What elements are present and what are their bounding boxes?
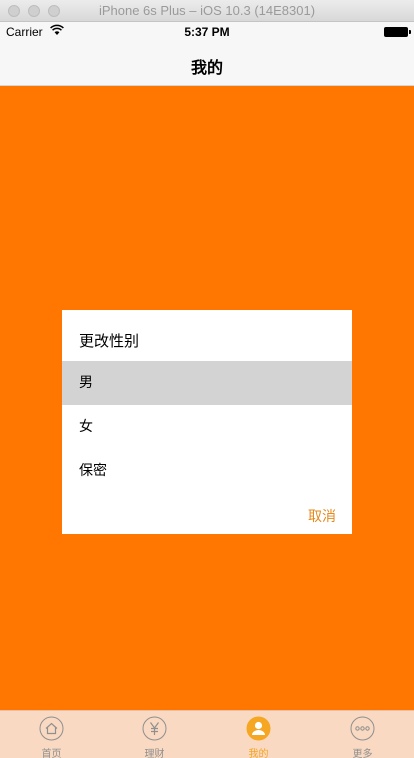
tab-finance-label: 理财 [144, 749, 165, 758]
tab-finance[interactable]: 理财 [103, 711, 206, 758]
more-icon [350, 716, 375, 741]
status-time: 5:37 PM [184, 25, 230, 39]
tab-me-label: 我的 [248, 749, 269, 758]
simulator-title: iPhone 6s Plus – iOS 10.3 (14E8301) [98, 3, 316, 18]
tab-bar: 首页 理财 我的 更多 [0, 710, 414, 758]
tab-more[interactable]: 更多 [311, 711, 414, 758]
option-male[interactable]: 男 [62, 361, 352, 405]
navigation-bar: 我的 [0, 42, 414, 86]
gender-dialog: 更改性别 男 女 保密 取消 [62, 310, 352, 534]
tab-me[interactable]: 我的 [207, 711, 310, 758]
tab-home[interactable]: 首页 [0, 711, 103, 758]
status-bar: Carrier 5:37 PM [0, 22, 414, 42]
battery-icon [384, 27, 411, 37]
option-female[interactable]: 女 [62, 405, 352, 449]
yuan-icon [142, 716, 167, 741]
cancel-button[interactable]: 取消 [308, 506, 336, 526]
tab-more-label: 更多 [352, 749, 373, 758]
option-secret[interactable]: 保密 [62, 449, 352, 493]
dialog-title: 更改性别 [79, 332, 140, 350]
person-icon [246, 716, 271, 741]
home-icon [39, 716, 64, 741]
tab-home-label: 首页 [41, 749, 62, 758]
page-title: 我的 [190, 58, 223, 77]
simulator-titlebar: iPhone 6s Plus – iOS 10.3 (14E8301) [0, 0, 414, 22]
